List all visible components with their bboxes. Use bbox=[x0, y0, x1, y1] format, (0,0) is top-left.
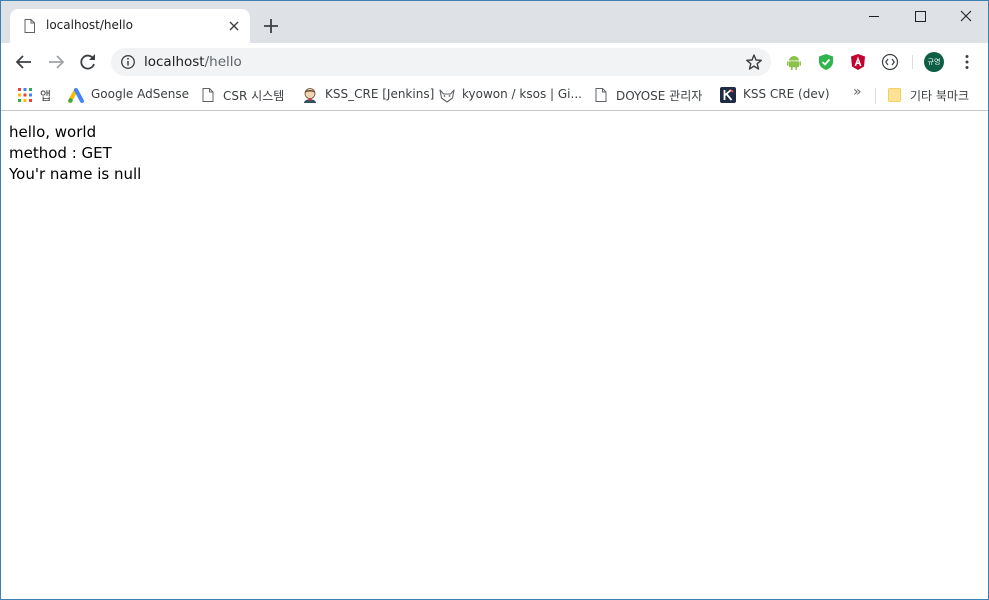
url-text[interactable]: localhost/hello bbox=[144, 54, 242, 70]
minimize-icon[interactable] bbox=[851, 1, 897, 31]
bookmark-label: Google AdSense bbox=[91, 87, 189, 101]
toolbar: localhost/hello 규영 bbox=[1, 43, 988, 80]
page-content: hello, world method : GET You'r name is … bbox=[9, 122, 141, 185]
bookmark-label: KSS CRE (dev) bbox=[743, 87, 830, 101]
bookmark-label: KSS_CRE [Jenkins] bbox=[325, 87, 435, 101]
adsense-icon bbox=[68, 88, 84, 103]
gitlab-fox-icon bbox=[439, 89, 455, 103]
bookmark-label: kyowon / ksos | Gi... bbox=[462, 87, 582, 101]
address-bar[interactable]: localhost/hello bbox=[111, 48, 771, 76]
bookmarks-bar: 앱 Google AdSense CSR 시스템 KSS_CRE [Jenkin… bbox=[1, 80, 988, 111]
maximize-icon[interactable] bbox=[897, 1, 943, 31]
bookmarks-divider bbox=[875, 88, 876, 104]
android-extension-icon[interactable] bbox=[785, 53, 803, 71]
tab-strip: localhost/hello bbox=[1, 1, 988, 43]
bookmark-label: 앱 bbox=[40, 89, 52, 103]
bookmark-star-icon[interactable] bbox=[745, 53, 763, 71]
tab-active[interactable]: localhost/hello bbox=[10, 9, 250, 43]
bookmark-label: DOYOSE 관리자 bbox=[616, 89, 703, 103]
new-tab-icon[interactable] bbox=[262, 17, 280, 35]
bookmark-label: CSR 시스템 bbox=[223, 89, 285, 103]
bookmark-label: 기타 북마크 bbox=[910, 89, 970, 103]
close-tab-icon[interactable] bbox=[226, 18, 242, 34]
name-text: You'r name is null bbox=[9, 165, 142, 183]
bookmarks-overflow-chevron[interactable]: » bbox=[853, 84, 862, 100]
page-icon bbox=[202, 88, 214, 102]
k-icon bbox=[720, 87, 736, 103]
toolbar-divider bbox=[912, 55, 913, 69]
folder-icon bbox=[888, 88, 901, 102]
angular-extension-icon[interactable] bbox=[849, 53, 867, 71]
tab-title: localhost/hello bbox=[46, 18, 133, 32]
forward-arrow-icon[interactable] bbox=[45, 51, 67, 73]
page-icon bbox=[595, 88, 607, 102]
browser-window: localhost/hello localhost/hello 규영 앱 Goo… bbox=[0, 0, 989, 600]
close-window-icon[interactable] bbox=[943, 1, 989, 31]
url-host: localhost bbox=[144, 54, 205, 70]
profile-avatar[interactable]: 규영 bbox=[924, 52, 944, 72]
code-extension-icon[interactable] bbox=[881, 53, 899, 71]
page-icon bbox=[24, 19, 35, 33]
info-icon[interactable] bbox=[120, 54, 136, 70]
back-arrow-icon[interactable] bbox=[13, 51, 35, 73]
apps-grid-icon bbox=[18, 88, 32, 102]
url-path: /hello bbox=[204, 54, 242, 70]
jenkins-icon bbox=[304, 88, 316, 103]
shield-check-extension-icon[interactable] bbox=[817, 53, 835, 71]
reload-icon[interactable] bbox=[77, 51, 99, 73]
method-text: method : GET bbox=[9, 144, 112, 162]
hello-text: hello, world bbox=[9, 123, 97, 141]
more-vert-icon[interactable] bbox=[959, 53, 975, 71]
